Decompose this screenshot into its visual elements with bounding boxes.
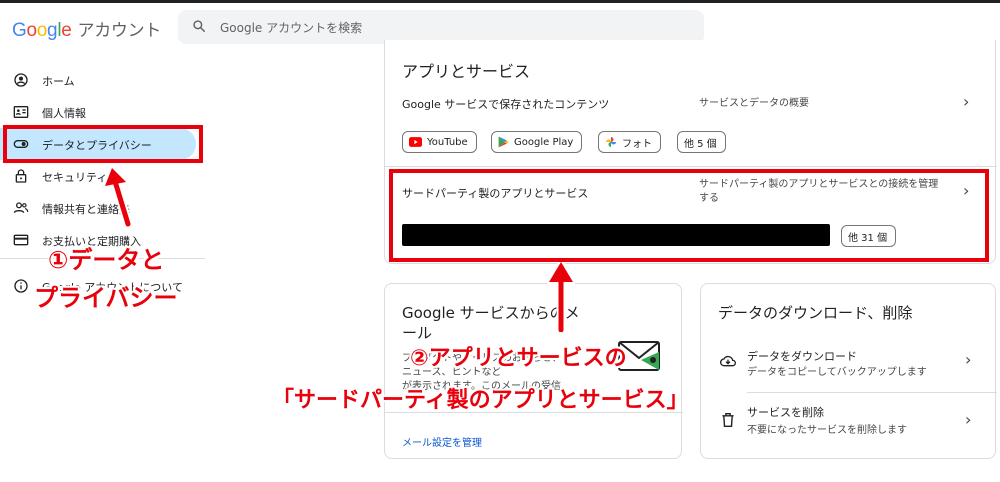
search-placeholder: Google アカウントを検索 (220, 21, 363, 35)
chip-label: Google Play (514, 136, 574, 148)
annotation-arrow-1 (102, 168, 133, 228)
logo-letter: e (61, 20, 72, 41)
row-divider (747, 392, 997, 393)
logo-letter: o (26, 20, 37, 41)
chip-google-play[interactable]: Google Play (491, 131, 583, 153)
lock-icon (15, 169, 27, 183)
chip-photos[interactable]: フォト (598, 131, 661, 153)
credit-card-icon (13, 234, 29, 246)
annotation-step2-line1: ②アプリとサービスの (410, 346, 627, 371)
info-icon (14, 279, 28, 293)
chevron-right-icon[interactable]: › (965, 350, 971, 369)
chip-label: YouTube (427, 136, 468, 148)
google-play-icon (498, 136, 509, 148)
photos-icon (606, 137, 616, 147)
row-divider (385, 166, 997, 167)
chip-label: 他 5 個 (684, 138, 717, 150)
download-card-title: データのダウンロード、削除 (718, 304, 913, 322)
youtube-icon (409, 137, 422, 147)
logo-letter: G (12, 20, 27, 41)
delete-service-desc: 不要になったサービスを削除します (747, 425, 907, 436)
google-account-logo[interactable]: Google アカウント (12, 16, 161, 42)
saved-content-desc: サービスとデータの概要 (699, 98, 809, 109)
trash-icon (722, 413, 734, 427)
download-data-desc: データをコピーしてバックアップします (747, 367, 927, 378)
search-icon (193, 20, 205, 32)
annotation-step2-line2: 「サードパーティ製のアプリとサービス」 (272, 388, 689, 413)
home-icon (14, 73, 28, 87)
logo-letter: g (47, 20, 58, 41)
highlight-box-data-privacy (3, 125, 203, 163)
annotation-arrow-2 (546, 262, 576, 332)
chevron-right-icon[interactable]: › (963, 92, 969, 111)
highlight-box-third-party-apps (389, 169, 989, 262)
id-card-icon (13, 106, 29, 118)
chip-youtube[interactable]: YouTube (402, 131, 477, 153)
manage-email-settings-link[interactable]: メール設定を管理 (402, 434, 482, 449)
apps-card-title: アプリとサービス (402, 62, 531, 81)
annotation-step1-line1: ①データと (48, 246, 165, 274)
chip-more-5[interactable]: 他 5 個 (677, 131, 726, 153)
sidebar-item-home[interactable]: ホーム (0, 64, 200, 96)
delete-service-label: サービスを削除 (747, 406, 824, 419)
search-bar[interactable]: Google アカウントを検索 (178, 10, 704, 44)
download-delete-card: データのダウンロード、削除 データをダウンロード データをコピーしてバックアップ… (700, 283, 997, 459)
sidebar-item-label: セキュリティ (42, 171, 108, 184)
sidebar-item-personal-info[interactable]: 個人情報 (0, 96, 200, 128)
logo-suffix: アカウント (77, 21, 162, 41)
people-icon (13, 202, 29, 214)
sidebar-item-label: ホーム (42, 75, 75, 88)
chevron-right-icon[interactable]: › (965, 410, 971, 429)
sidebar-item-label: 個人情報 (42, 107, 86, 120)
logo-letter: o (36, 20, 48, 41)
annotation-step1-line2: プライバシー (34, 284, 178, 312)
saved-content-label: Google サービスで保存されたコンテンツ (402, 98, 610, 111)
chip-label: フォト (622, 138, 652, 150)
download-data-label: データをダウンロード (747, 350, 857, 363)
cloud-download-icon (720, 355, 736, 367)
